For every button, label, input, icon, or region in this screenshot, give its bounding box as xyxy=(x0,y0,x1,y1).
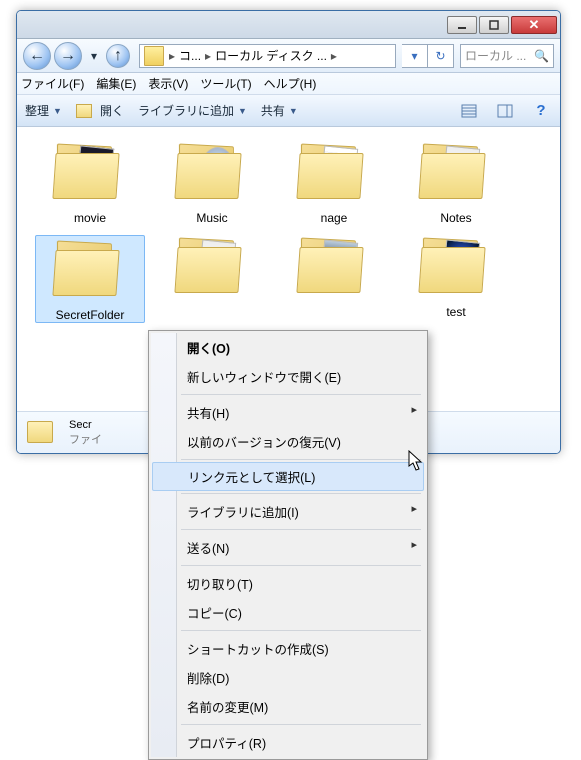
menu-file[interactable]: ファイル(F) xyxy=(21,75,84,92)
folder-icon xyxy=(54,141,126,205)
folder-item[interactable]: test xyxy=(401,235,511,323)
search-icon: 🔍 xyxy=(534,49,549,63)
folder-icon xyxy=(298,141,370,205)
folder-icon xyxy=(420,235,492,299)
command-bar: 整理▼ 開く ライブラリに追加▼ 共有▼ ? xyxy=(17,95,560,127)
menu-help[interactable]: ヘルプ(H) xyxy=(264,75,317,92)
address-dropdown[interactable]: ▾ xyxy=(402,44,428,68)
menu-view[interactable]: 表示(V) xyxy=(148,75,188,92)
ctx-delete[interactable]: 削除(D) xyxy=(151,663,425,692)
folder-icon xyxy=(420,141,492,205)
details-name: Secr xyxy=(69,419,102,431)
details-type: ファイ xyxy=(69,431,102,447)
ctx-rename[interactable]: 名前の変更(M) xyxy=(151,692,425,721)
navbar: ← → ▾ ↑ ▸ コ... ▸ ローカル ディスク ... ▸ ▾ ↻ ローカ… xyxy=(17,39,560,73)
minimize-button[interactable] xyxy=(447,16,477,34)
context-menu: 開く(O) 新しいウィンドウで開く(E) 共有(H) 以前のバージョンの復元(V… xyxy=(148,330,428,760)
back-button[interactable]: ← xyxy=(23,42,51,70)
help-button[interactable]: ? xyxy=(530,100,552,122)
ctx-copy[interactable]: コピー(C) xyxy=(151,598,425,627)
drive-icon xyxy=(144,46,164,66)
folder-label: test xyxy=(446,305,465,319)
ctx-create-shortcut[interactable]: ショートカットの作成(S) xyxy=(151,634,425,663)
folder-label: movie xyxy=(74,211,106,225)
ctx-cut[interactable]: 切り取り(T) xyxy=(151,569,425,598)
ctx-open[interactable]: 開く(O) xyxy=(151,333,425,362)
view-button[interactable] xyxy=(458,100,480,122)
breadcrumb-segment[interactable]: コ... xyxy=(176,47,204,64)
details-folder-icon xyxy=(25,419,59,447)
breadcrumb-segment[interactable]: ローカル ディスク ... xyxy=(212,47,330,64)
cursor-icon xyxy=(408,450,424,472)
up-button[interactable]: ↑ xyxy=(106,44,130,68)
folder-item[interactable]: SecretFolder xyxy=(35,235,145,323)
folder-item[interactable] xyxy=(157,235,267,323)
folder-item[interactable]: Notes xyxy=(401,141,511,225)
folder-item[interactable]: Music xyxy=(157,141,267,225)
preview-pane-button[interactable] xyxy=(494,100,516,122)
ctx-send-to[interactable]: 送る(N) xyxy=(151,533,425,562)
organize-button[interactable]: 整理▼ xyxy=(25,102,62,119)
ctx-properties[interactable]: プロパティ(R) xyxy=(151,728,425,757)
titlebar: ✕ xyxy=(17,11,560,39)
menu-edit[interactable]: 編集(E) xyxy=(96,75,136,92)
ctx-restore-versions[interactable]: 以前のバージョンの復元(V) xyxy=(151,427,425,456)
folder-item[interactable]: movie xyxy=(35,141,145,225)
folder-icon xyxy=(298,235,370,299)
address-bar[interactable]: ▸ コ... ▸ ローカル ディスク ... ▸ xyxy=(139,44,396,68)
folder-label: Music xyxy=(196,211,227,225)
ctx-open-new-window[interactable]: 新しいウィンドウで開く(E) xyxy=(151,362,425,391)
folder-label: Notes xyxy=(440,211,471,225)
folder-icon xyxy=(54,238,126,302)
folder-icon xyxy=(176,235,248,299)
folder-icon xyxy=(176,141,248,205)
open-button[interactable]: 開く xyxy=(76,102,124,119)
folder-open-icon xyxy=(76,104,92,118)
maximize-button[interactable] xyxy=(479,16,509,34)
library-button[interactable]: ライブラリに追加▼ xyxy=(138,102,247,119)
ctx-add-to-library[interactable]: ライブラリに追加(I) xyxy=(151,497,425,526)
share-button[interactable]: 共有▼ xyxy=(261,102,298,119)
folder-label: nage xyxy=(321,211,348,225)
refresh-button[interactable]: ↻ xyxy=(428,44,454,68)
folder-item[interactable] xyxy=(279,235,389,323)
menu-tools[interactable]: ツール(T) xyxy=(200,75,251,92)
ctx-select-as-link-source[interactable]: リンク元として選択(L) xyxy=(152,462,424,491)
forward-button[interactable]: → xyxy=(54,42,82,70)
folder-item[interactable]: nage xyxy=(279,141,389,225)
menubar: ファイル(F) 編集(E) 表示(V) ツール(T) ヘルプ(H) xyxy=(17,73,560,95)
folder-label: SecretFolder xyxy=(56,308,125,322)
search-input[interactable]: ローカル ... 🔍 xyxy=(460,44,554,68)
history-dropdown[interactable]: ▾ xyxy=(85,47,103,65)
search-placeholder: ローカル ... xyxy=(465,47,526,64)
close-button[interactable]: ✕ xyxy=(511,16,557,34)
ctx-share[interactable]: 共有(H) xyxy=(151,398,425,427)
